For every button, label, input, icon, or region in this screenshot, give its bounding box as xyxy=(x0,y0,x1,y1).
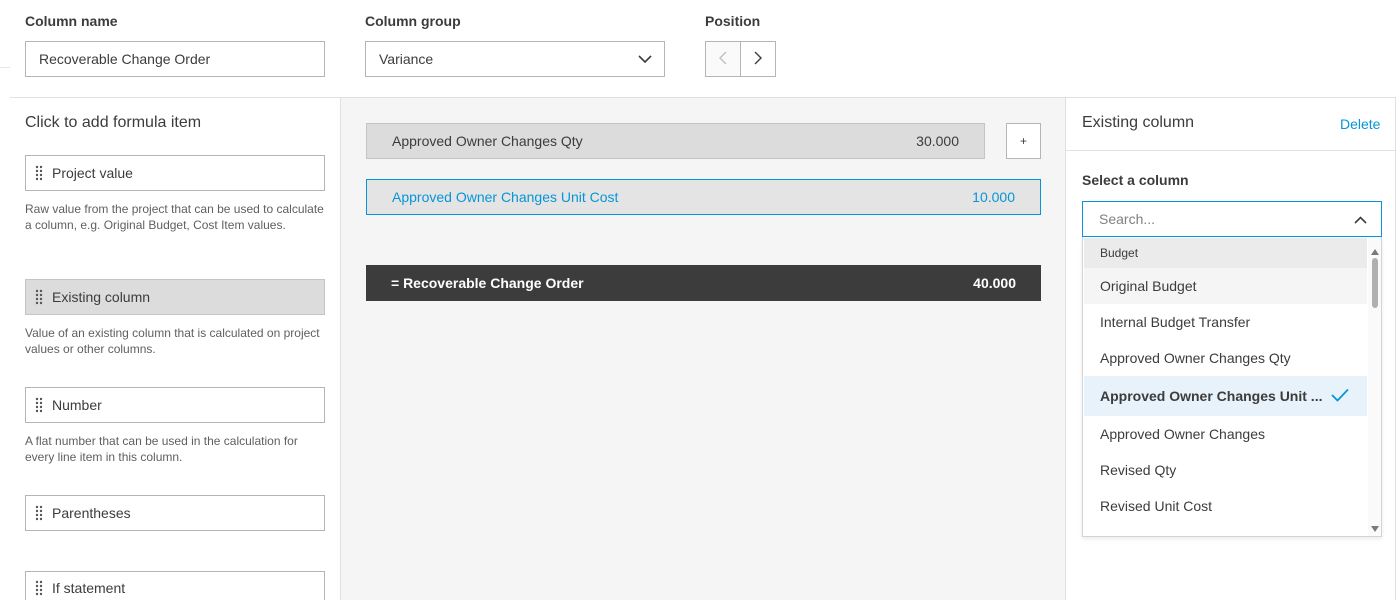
column-group-label: Column group xyxy=(365,13,461,29)
formula-item-existing-column[interactable]: Existing column xyxy=(25,279,325,315)
scroll-down-arrow-icon[interactable] xyxy=(1371,519,1379,535)
search-placeholder: Search... xyxy=(1099,211,1156,227)
drag-handle-icon xyxy=(26,289,52,305)
dropdown-option[interactable]: Internal Budget Transfer xyxy=(1084,304,1367,340)
position-controls xyxy=(705,41,776,77)
column-group-value: Variance xyxy=(379,51,434,67)
column-name-input[interactable]: Recoverable Change Order xyxy=(25,41,325,77)
formula-row-value: 30.000 xyxy=(916,133,959,149)
formula-row-label: Approved Owner Changes Unit Cost xyxy=(392,189,619,205)
formula-item-project-value[interactable]: Project value xyxy=(25,155,325,191)
formula-result-value: 40.000 xyxy=(973,275,1016,291)
position-left-button[interactable] xyxy=(706,42,741,76)
edge-divider xyxy=(0,67,10,68)
select-column-label: Select a column xyxy=(1082,172,1189,188)
dropdown-option[interactable]: Original Budget xyxy=(1084,268,1367,304)
formula-row-label: Approved Owner Changes Qty xyxy=(392,133,583,149)
formula-item-label: Existing column xyxy=(52,289,151,305)
scrollbar-thumb[interactable] xyxy=(1372,258,1378,308)
drag-handle-icon xyxy=(26,580,52,596)
formula-result-bar: = Recoverable Change Order 40.000 xyxy=(366,265,1041,301)
delete-link[interactable]: Delete xyxy=(1340,116,1380,132)
scroll-up-arrow-icon[interactable] xyxy=(1371,242,1379,258)
chevron-right-icon xyxy=(754,51,762,68)
dropdown-option-label: Approved Owner Changes Unit ... xyxy=(1100,388,1323,404)
dropdown-scrollbar[interactable] xyxy=(1368,237,1381,536)
drag-handle-icon xyxy=(26,165,52,181)
column-name-label: Column name xyxy=(25,13,118,29)
drag-handle-icon xyxy=(26,505,52,521)
dropdown-option-selected[interactable]: Approved Owner Changes Unit ... xyxy=(1084,376,1367,416)
existing-column-title: Existing column xyxy=(1082,114,1195,131)
formula-item-description: Raw value from the project that can be u… xyxy=(25,202,324,232)
formula-items-title: Click to add formula item xyxy=(25,114,202,131)
chevron-down-icon xyxy=(638,51,652,67)
formula-item-description: A flat number that can be used in the ca… xyxy=(25,434,298,464)
dropdown-option[interactable]: Revised Qty xyxy=(1084,452,1367,488)
checkmark-icon xyxy=(1331,388,1349,405)
dropdown-option[interactable]: Revised Unit Cost xyxy=(1084,488,1367,524)
column-search-input[interactable]: Search... xyxy=(1082,201,1382,237)
formula-row[interactable]: Approved Owner Changes Qty 30.000 xyxy=(366,123,985,159)
formula-item-label: If statement xyxy=(52,580,126,596)
formula-item-label: Project value xyxy=(52,165,133,181)
formula-row-selected[interactable]: Approved Owner Changes Unit Cost 10.000 xyxy=(366,179,1041,215)
chevron-up-icon xyxy=(1354,211,1367,227)
existing-column-panel: Existing column Delete Select a column S… xyxy=(1066,98,1396,600)
formula-builder-panel: Approved Owner Changes Qty 30.000 + Appr… xyxy=(341,98,1066,600)
position-label: Position xyxy=(705,13,761,29)
formula-item-number[interactable]: Number xyxy=(25,387,325,423)
column-group-select[interactable]: Variance xyxy=(365,41,665,77)
formula-result-label: = Recoverable Change Order xyxy=(391,275,584,291)
add-formula-item-button[interactable]: + xyxy=(1006,123,1041,159)
formula-item-if-statement[interactable]: If statement xyxy=(25,571,325,600)
dropdown-option[interactable]: Approved Owner Changes xyxy=(1084,416,1367,452)
formula-item-label: Parentheses xyxy=(52,505,131,521)
formula-row-value: 10.000 xyxy=(972,189,1015,205)
dropdown-group-header: Budget xyxy=(1084,238,1367,268)
panel-divider xyxy=(1066,150,1396,151)
chevron-left-icon xyxy=(719,51,727,68)
formula-item-description: Value of an existing column that is calc… xyxy=(25,326,320,356)
column-dropdown-list: Budget Original Budget Internal Budget T… xyxy=(1082,237,1382,537)
formula-items-panel: Click to add formula item Project value … xyxy=(10,98,341,600)
position-right-button[interactable] xyxy=(741,42,775,76)
column-name-value: Recoverable Change Order xyxy=(39,51,211,67)
dropdown-option[interactable]: Approved Owner Changes Qty xyxy=(1084,340,1367,376)
drag-handle-icon xyxy=(26,397,52,413)
formula-item-parentheses[interactable]: Parentheses xyxy=(25,495,325,531)
formula-item-label: Number xyxy=(52,397,102,413)
